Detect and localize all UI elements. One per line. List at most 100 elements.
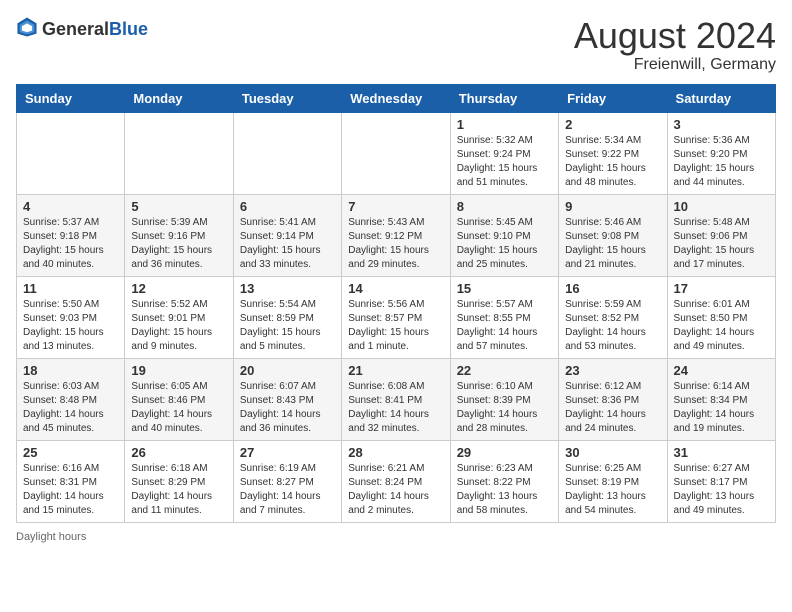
calendar-cell: 21 Sunrise: 6:08 AM Sunset: 8:41 PM Dayli… [342, 358, 450, 440]
calendar-week-row: 1 Sunrise: 5:32 AM Sunset: 9:24 PM Daylig… [17, 112, 776, 194]
calendar-cell: 25 Sunrise: 6:16 AM Sunset: 8:31 PM Dayli… [17, 440, 125, 522]
calendar-week-row: 18 Sunrise: 6:03 AM Sunset: 8:48 PM Dayli… [17, 358, 776, 440]
day-number: 9 [565, 199, 660, 214]
day-info: Sunrise: 5:57 AM Sunset: 8:55 PM Dayligh… [457, 298, 552, 354]
day-info: Sunrise: 5:45 AM Sunset: 9:10 PM Dayligh… [457, 216, 552, 272]
day-number: 15 [457, 281, 552, 296]
calendar-cell: 20 Sunrise: 6:07 AM Sunset: 8:43 PM Dayli… [233, 358, 341, 440]
calendar-cell [17, 112, 125, 194]
calendar-cell: 5Sunrise: 5:39 AM Sunset: 9:16 PM Daylig… [125, 194, 233, 276]
calendar-header-friday: Friday [559, 84, 667, 112]
day-number: 17 [674, 281, 769, 296]
calendar-header-saturday: Saturday [667, 84, 775, 112]
calendar-cell [125, 112, 233, 194]
day-number: 24 [674, 363, 769, 378]
day-number: 28 [348, 445, 443, 460]
calendar-cell: 16Sunrise: 5:59 AM Sunset: 8:52 PM Dayli… [559, 276, 667, 358]
logo: GeneralBlue [16, 16, 148, 43]
day-info: Sunrise: 6:07 AM Sunset: 8:43 PM Dayligh… [240, 380, 335, 436]
logo-icon [16, 16, 38, 38]
title-area: August 2024 Freienwill, Germany [574, 16, 776, 74]
calendar-cell: 12Sunrise: 5:52 AM Sunset: 9:01 PM Dayli… [125, 276, 233, 358]
day-info: Sunrise: 6:18 AM Sunset: 8:29 PM Dayligh… [131, 462, 226, 518]
day-info: Sunrise: 6:16 AM Sunset: 8:31 PM Dayligh… [23, 462, 118, 518]
day-number: 10 [674, 199, 769, 214]
calendar-cell: 24 Sunrise: 6:14 AM Sunset: 8:34 PM Dayli… [667, 358, 775, 440]
day-info: Sunrise: 6:01 AM Sunset: 8:50 PM Dayligh… [674, 298, 769, 354]
day-info: Sunrise: 5:56 AM Sunset: 8:57 PM Dayligh… [348, 298, 443, 354]
day-number: 19 [131, 363, 226, 378]
calendar-cell: 9 Sunrise: 5:46 AM Sunset: 9:08 PM Daylig… [559, 194, 667, 276]
calendar-cell: 13 Sunrise: 5:54 AM Sunset: 8:59 PM Dayli… [233, 276, 341, 358]
day-number: 3 [674, 117, 769, 132]
day-number: 25 [23, 445, 118, 460]
day-info: Sunrise: 5:36 AM Sunset: 9:20 PM Dayligh… [674, 134, 769, 190]
day-info: Sunrise: 5:41 AM Sunset: 9:14 PM Dayligh… [240, 216, 335, 272]
location-title: Freienwill, Germany [574, 56, 776, 74]
calendar-header-row: SundayMondayTuesdayWednesdayThursdayFrid… [17, 84, 776, 112]
day-info: Sunrise: 5:46 AM Sunset: 9:08 PM Dayligh… [565, 216, 660, 272]
day-info: Sunrise: 6:14 AM Sunset: 8:34 PM Dayligh… [674, 380, 769, 436]
day-number: 8 [457, 199, 552, 214]
day-info: Sunrise: 6:03 AM Sunset: 8:48 PM Dayligh… [23, 380, 118, 436]
calendar-header-sunday: Sunday [17, 84, 125, 112]
calendar-header-monday: Monday [125, 84, 233, 112]
calendar-cell [233, 112, 341, 194]
day-info: Sunrise: 5:48 AM Sunset: 9:06 PM Dayligh… [674, 216, 769, 272]
calendar-cell: 26 Sunrise: 6:18 AM Sunset: 8:29 PM Dayli… [125, 440, 233, 522]
day-info: Sunrise: 6:12 AM Sunset: 8:36 PM Dayligh… [565, 380, 660, 436]
calendar-cell: 15 Sunrise: 5:57 AM Sunset: 8:55 PM Dayli… [450, 276, 558, 358]
calendar-cell: 29 Sunrise: 6:23 AM Sunset: 8:22 PM Dayli… [450, 440, 558, 522]
day-info: Sunrise: 6:10 AM Sunset: 8:39 PM Dayligh… [457, 380, 552, 436]
calendar-cell: 2 Sunrise: 5:34 AM Sunset: 9:22 PM Daylig… [559, 112, 667, 194]
day-info: Sunrise: 5:32 AM Sunset: 9:24 PM Dayligh… [457, 134, 552, 190]
day-info: Sunrise: 6:25 AM Sunset: 8:19 PM Dayligh… [565, 462, 660, 518]
day-number: 30 [565, 445, 660, 460]
day-number: 21 [348, 363, 443, 378]
day-info: Sunrise: 6:08 AM Sunset: 8:41 PM Dayligh… [348, 380, 443, 436]
day-number: 29 [457, 445, 552, 460]
logo-text-blue: Blue [109, 19, 148, 39]
day-info: Sunrise: 5:54 AM Sunset: 8:59 PM Dayligh… [240, 298, 335, 354]
day-number: 12 [131, 281, 226, 296]
calendar-cell: 31 Sunrise: 6:27 AM Sunset: 8:17 PM Dayli… [667, 440, 775, 522]
day-number: 7 [348, 199, 443, 214]
calendar-cell: 14Sunrise: 5:56 AM Sunset: 8:57 PM Dayli… [342, 276, 450, 358]
day-number: 31 [674, 445, 769, 460]
calendar-cell: 1 Sunrise: 5:32 AM Sunset: 9:24 PM Daylig… [450, 112, 558, 194]
day-number: 1 [457, 117, 552, 132]
day-info: Sunrise: 6:27 AM Sunset: 8:17 PM Dayligh… [674, 462, 769, 518]
day-number: 26 [131, 445, 226, 460]
calendar-cell: 3 Sunrise: 5:36 AM Sunset: 9:20 PM Daylig… [667, 112, 775, 194]
day-info: Sunrise: 6:19 AM Sunset: 8:27 PM Dayligh… [240, 462, 335, 518]
calendar-cell: 23Sunrise: 6:12 AM Sunset: 8:36 PM Dayli… [559, 358, 667, 440]
day-info: Sunrise: 5:37 AM Sunset: 9:18 PM Dayligh… [23, 216, 118, 272]
day-info: Sunrise: 5:43 AM Sunset: 9:12 PM Dayligh… [348, 216, 443, 272]
calendar-header-wednesday: Wednesday [342, 84, 450, 112]
calendar-cell: 18 Sunrise: 6:03 AM Sunset: 8:48 PM Dayli… [17, 358, 125, 440]
calendar-week-row: 25 Sunrise: 6:16 AM Sunset: 8:31 PM Dayli… [17, 440, 776, 522]
calendar-cell: 8 Sunrise: 5:45 AM Sunset: 9:10 PM Daylig… [450, 194, 558, 276]
calendar-cell: 11Sunrise: 5:50 AM Sunset: 9:03 PM Dayli… [17, 276, 125, 358]
calendar-cell: 17 Sunrise: 6:01 AM Sunset: 8:50 PM Dayli… [667, 276, 775, 358]
day-number: 4 [23, 199, 118, 214]
page-header: GeneralBlue August 2024 Freienwill, Germ… [16, 16, 776, 74]
calendar-cell: 28 Sunrise: 6:21 AM Sunset: 8:24 PM Dayli… [342, 440, 450, 522]
day-number: 22 [457, 363, 552, 378]
day-number: 2 [565, 117, 660, 132]
day-info: Sunrise: 5:34 AM Sunset: 9:22 PM Dayligh… [565, 134, 660, 190]
calendar-cell: 30 Sunrise: 6:25 AM Sunset: 8:19 PM Dayli… [559, 440, 667, 522]
day-number: 20 [240, 363, 335, 378]
calendar-footer: Daylight hours [16, 531, 776, 543]
calendar-cell: 27Sunrise: 6:19 AM Sunset: 8:27 PM Dayli… [233, 440, 341, 522]
day-number: 18 [23, 363, 118, 378]
logo-text-general: General [42, 19, 109, 39]
calendar-week-row: 4 Sunrise: 5:37 AM Sunset: 9:18 PM Daylig… [17, 194, 776, 276]
day-number: 13 [240, 281, 335, 296]
calendar-cell [342, 112, 450, 194]
calendar-cell: 4 Sunrise: 5:37 AM Sunset: 9:18 PM Daylig… [17, 194, 125, 276]
calendar-week-row: 11Sunrise: 5:50 AM Sunset: 9:03 PM Dayli… [17, 276, 776, 358]
day-info: Sunrise: 6:21 AM Sunset: 8:24 PM Dayligh… [348, 462, 443, 518]
day-info: Sunrise: 6:23 AM Sunset: 8:22 PM Dayligh… [457, 462, 552, 518]
day-number: 6 [240, 199, 335, 214]
